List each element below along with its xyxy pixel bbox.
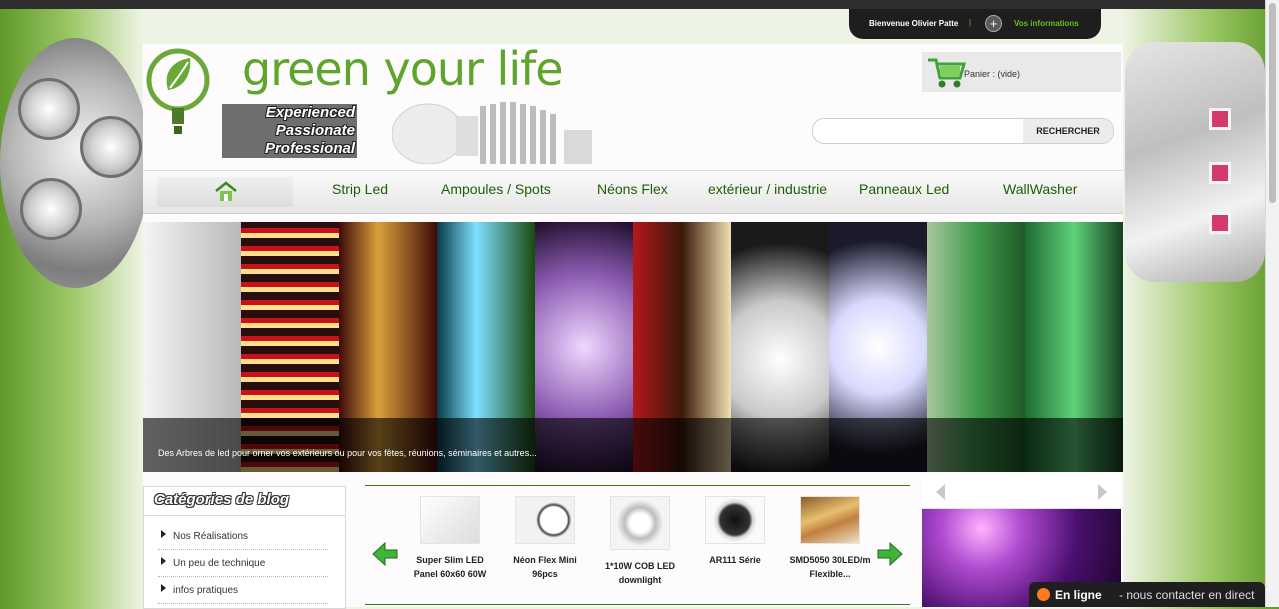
arrow-right-icon	[161, 584, 166, 592]
arrow-right-icon	[161, 557, 166, 565]
led-strip-decoration	[1125, 42, 1265, 282]
blog-category-label: Nos Réalisations	[173, 531, 249, 542]
site-title[interactable]: green your life	[242, 42, 564, 96]
chevron-left-icon[interactable]	[936, 484, 945, 500]
tagline: Experienced Passionate Professional	[222, 104, 357, 158]
search-bar: RECHERCHER	[812, 118, 1114, 144]
blog-category-item[interactable]: Nos Réalisations	[158, 523, 328, 550]
nav-item-wallwasher[interactable]: WallWasher	[1003, 181, 1077, 197]
chat-status: En ligne	[1055, 588, 1102, 602]
product-name[interactable]: AR111 Série	[690, 553, 780, 567]
product-name[interactable]: Super Slim LED Panel 60x60 60W	[405, 553, 495, 581]
shopping-cart-icon	[928, 58, 966, 88]
user-account-bar: Bienvenue Olivier Patte | + Vos informat…	[849, 9, 1101, 39]
product-thumbnail	[800, 496, 860, 544]
tagline-line: Experienced	[222, 104, 357, 122]
led-spot-decoration	[0, 38, 150, 288]
nav-item-panneaux-led[interactable]: Panneaux Led	[859, 181, 949, 197]
cart-label: Panier : (vide)	[964, 69, 1021, 79]
arrow-right-icon[interactable]	[876, 540, 904, 568]
product-thumbnail	[515, 496, 575, 544]
cart-summary[interactable]: Panier : (vide)	[922, 52, 1121, 92]
product-carousel: Super Slim LED Panel 60x60 60W Néon Flex…	[365, 485, 910, 605]
nav-home[interactable]	[157, 177, 293, 207]
scrollbar-thumb[interactable]	[1269, 3, 1276, 203]
product-item[interactable]: Super Slim LED Panel 60x60 60W	[405, 496, 495, 581]
chevron-right-icon[interactable]	[1098, 484, 1107, 500]
user-bar-separator: |	[969, 18, 972, 27]
product-name[interactable]: 1*10W COB LED downlight	[595, 559, 685, 587]
blog-category-item[interactable]: infos pratiques	[158, 577, 328, 604]
nav-item-exterieur-industrie[interactable]: extérieur / industrie	[708, 181, 827, 197]
welcome-text: Bienvenue Olivier Patte	[869, 19, 959, 28]
hero-caption: Des Arbres de led pour orner vos extérie…	[158, 448, 537, 458]
live-chat-widget[interactable]: En ligne - nous contacter en direct	[1029, 582, 1265, 607]
plus-icon[interactable]: +	[985, 15, 1002, 32]
product-item[interactable]: 1*10W COB LED downlight	[595, 496, 685, 587]
arrow-right-icon	[161, 530, 166, 538]
nav-item-strip-led[interactable]: Strip Led	[332, 181, 388, 197]
hero-slideshow[interactable]: Des Arbres de led pour orner vos extérie…	[143, 222, 1123, 472]
product-thumbnail	[420, 496, 480, 544]
nav-item-neons-flex[interactable]: Néons Flex	[597, 181, 668, 197]
account-info-link[interactable]: Vos informations	[1014, 19, 1079, 28]
featured-slider-nav	[922, 475, 1121, 509]
main-navigation: Strip Led Ampoules / Spots Néons Flex ex…	[143, 170, 1123, 214]
product-name[interactable]: SMD5050 30LED/m Flexible...	[785, 553, 875, 581]
product-item[interactable]: Néon Flex Mini 96pcs	[500, 496, 590, 581]
product-item[interactable]: SMD5050 30LED/m Flexible...	[785, 496, 875, 581]
blog-category-label: infos pratiques	[173, 585, 239, 596]
led-bulb-image	[392, 102, 592, 164]
tagline-line: Professional	[222, 140, 357, 158]
search-input[interactable]	[821, 122, 1025, 142]
product-thumbnail	[705, 496, 765, 544]
hero-caption-bar	[143, 418, 1123, 472]
chat-icon	[1037, 588, 1050, 601]
divider	[144, 515, 345, 516]
home-icon	[215, 181, 237, 201]
blog-category-label: Un peu de technique	[173, 558, 266, 569]
nav-item-ampoules-spots[interactable]: Ampoules / Spots	[441, 181, 551, 197]
chat-text: - nous contacter en direct	[1119, 588, 1255, 602]
blog-categories-title: Catégories de blog	[154, 491, 290, 508]
tagline-line: Passionate	[222, 122, 357, 140]
product-item[interactable]: AR111 Série	[690, 496, 780, 567]
leaf-logo-icon[interactable]	[146, 46, 210, 140]
arrow-left-icon[interactable]	[371, 540, 399, 568]
product-thumbnail	[610, 496, 670, 550]
search-button[interactable]: RECHERCHER	[1023, 119, 1113, 143]
page-scrollbar[interactable]	[1265, 0, 1279, 607]
top-bar	[0, 0, 1279, 9]
blog-category-item[interactable]: Un peu de technique	[158, 550, 328, 577]
product-name[interactable]: Néon Flex Mini 96pcs	[500, 553, 590, 581]
blog-categories: Catégories de blog Nos Réalisations Un p…	[143, 486, 346, 609]
